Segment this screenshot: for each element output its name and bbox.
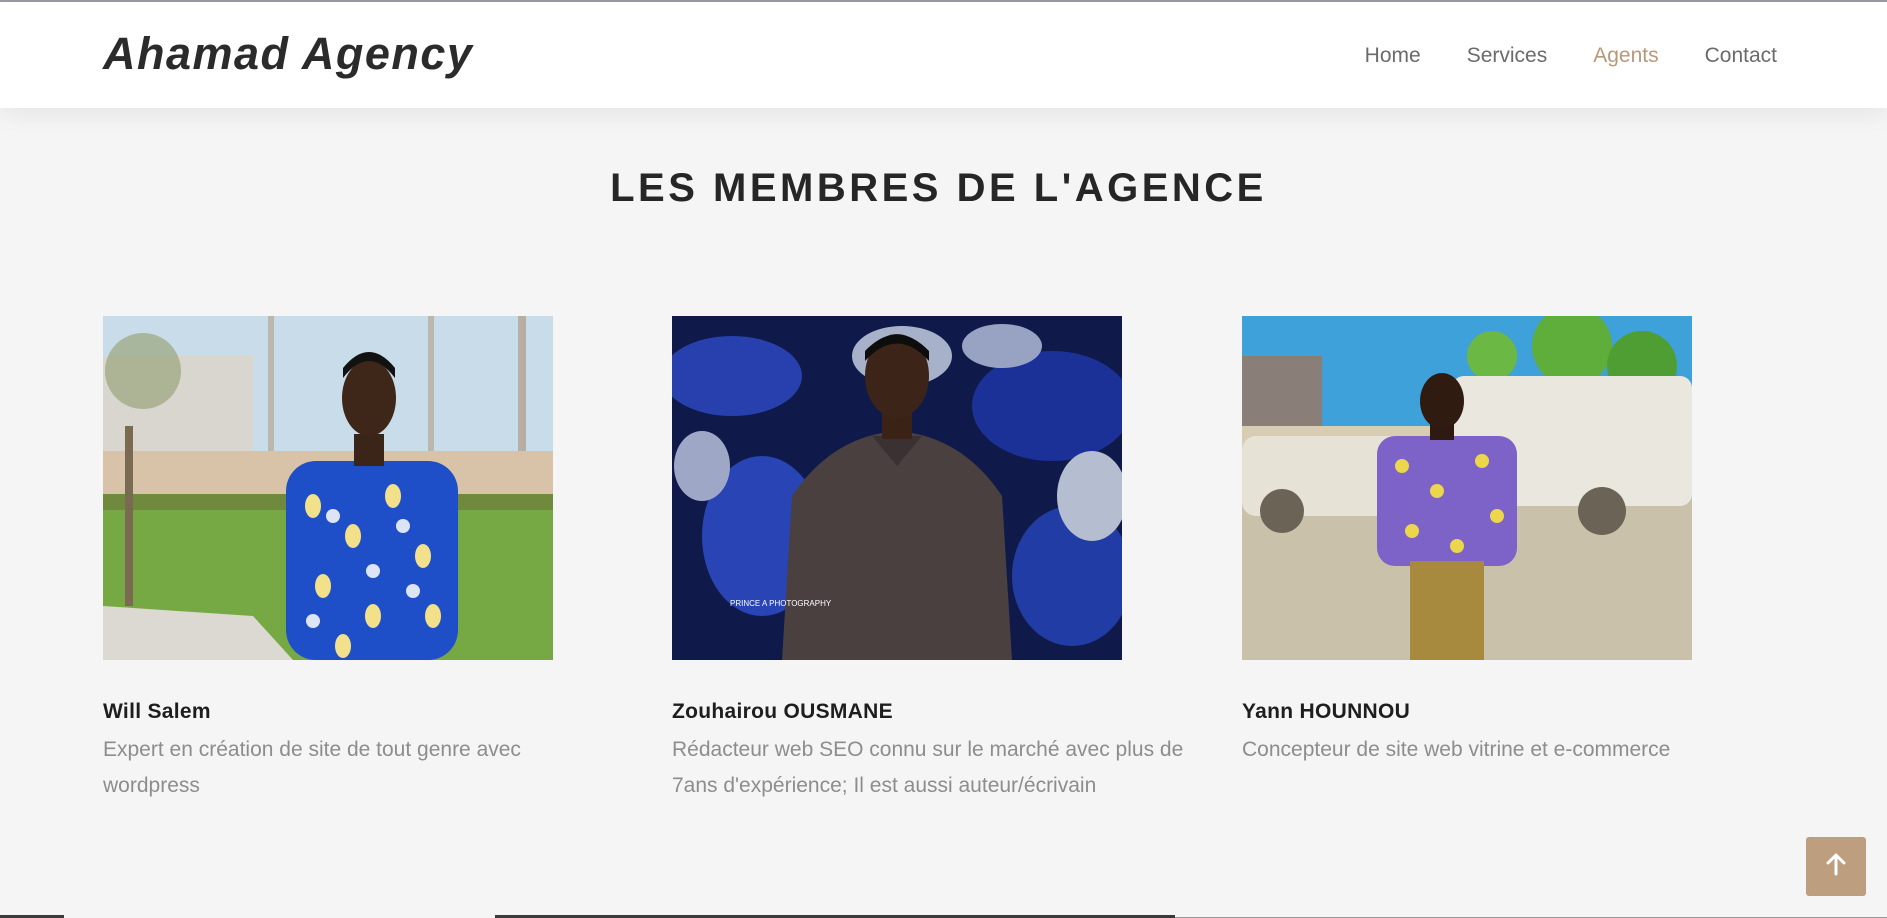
member-card: PRINCE A PHOTOGRAPHY Zouhairou OUSMANE R… — [672, 316, 1212, 804]
member-card: Will Salem Expert en création de site de… — [103, 316, 643, 804]
member-photo: PRINCE A PHOTOGRAPHY — [672, 316, 1122, 660]
member-photo — [103, 316, 553, 660]
member-description: Rédacteur web SEO connu sur le marché av… — [672, 738, 1184, 797]
member-description: Expert en création de site de tout genre… — [103, 738, 521, 797]
section-title: LES MEMBRES DE L'AGENCE — [610, 166, 1267, 210]
member-name: Will Salem — [103, 700, 211, 723]
nav-agents[interactable]: Agents — [1593, 44, 1658, 68]
member-name: Yann HOUNNOU — [1242, 700, 1411, 723]
member-description: Concepteur de site web vitrine et e-comm… — [1242, 738, 1671, 761]
nav-home[interactable]: Home — [1365, 44, 1421, 68]
nav-contact[interactable]: Contact — [1705, 44, 1777, 68]
photo-watermark: PRINCE A PHOTOGRAPHY — [730, 599, 832, 608]
arrow-up-icon — [1825, 852, 1847, 881]
site-logo[interactable]: Ahamad Agency — [103, 28, 473, 80]
member-photo — [1242, 316, 1692, 660]
nav-services[interactable]: Services — [1467, 44, 1548, 68]
main-nav: Home Services Agents Contact — [1365, 44, 1777, 68]
scroll-to-top-button[interactable] — [1806, 837, 1866, 896]
site-header: Ahamad Agency Home Services Agents Conta… — [0, 2, 1887, 108]
member-name: Zouhairou OUSMANE — [672, 700, 893, 723]
member-card: Yann HOUNNOU Concepteur de site web vitr… — [1242, 316, 1782, 768]
